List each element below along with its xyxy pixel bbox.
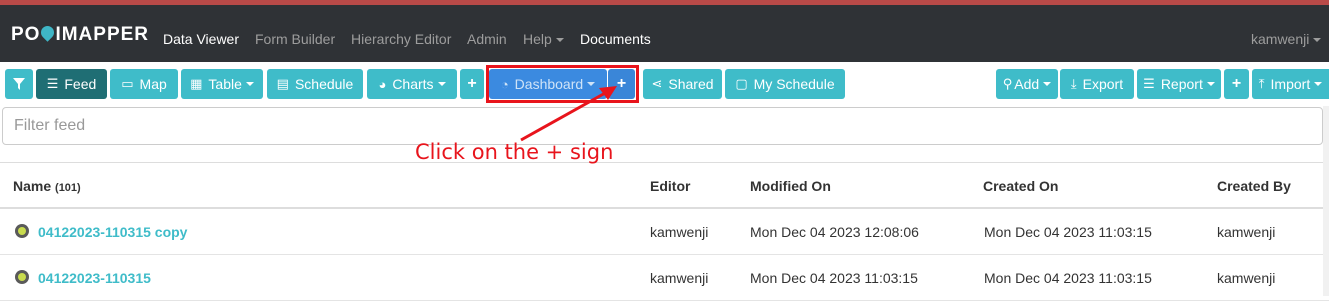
plus-icon: + <box>1231 75 1242 92</box>
nav-form-builder[interactable]: Form Builder <box>255 31 335 47</box>
user-name: kamwenji <box>1251 31 1310 47</box>
filter-placeholder: Filter feed <box>14 117 86 134</box>
map-button[interactable]: ▭ Map <box>110 69 178 99</box>
row-editor: kamwenji <box>650 270 709 286</box>
add-chart-button[interactable]: + <box>460 69 484 99</box>
top-navbar: PO IMAPPER Data Viewer Form Builder Hiera… <box>0 0 1329 62</box>
header-name-label: Name <box>13 178 52 194</box>
upload-icon: ⤒ <box>1258 76 1265 91</box>
my-schedule-button[interactable]: ▢ My Schedule <box>725 69 845 99</box>
plus-icon: + <box>467 75 477 92</box>
feed-table: Name (101) Editor Modified On Created On… <box>0 162 1329 301</box>
chevron-down-icon <box>1043 82 1052 86</box>
logo[interactable]: PO IMAPPER <box>11 23 150 46</box>
row-created-on: Mon Dec 04 2023 11:03:15 <box>984 224 1152 240</box>
map-marker-icon: ⚲ <box>1002 76 1013 91</box>
nav-data-viewer[interactable]: Data Viewer <box>163 31 239 47</box>
import-label: Import <box>1270 76 1311 92</box>
nav-help[interactable]: Help <box>523 31 564 47</box>
charts-label: Charts <box>392 76 434 92</box>
add-button[interactable]: ⚲ Add <box>996 69 1058 99</box>
toolbar: ☰ Feed ▭ Map ▦ Table ▤ Schedule ◕ Charts + ◔ D… <box>0 62 1329 106</box>
schedule-label: Schedule <box>294 76 354 92</box>
map-marker-icon <box>15 224 29 238</box>
header-created-on[interactable]: Created On <box>983 178 1058 194</box>
chevron-down-icon <box>1206 82 1215 86</box>
row-created-by: kamwenji <box>1217 224 1276 240</box>
report-button[interactable]: ☰ Report <box>1137 69 1221 99</box>
map-marker-icon <box>15 270 29 284</box>
scrollbar[interactable] <box>1323 106 1329 296</box>
header-created-by[interactable]: Created By <box>1217 178 1291 194</box>
table-header: Name (101) Editor Modified On Created On… <box>0 163 1329 209</box>
row-editor: kamwenji <box>650 224 709 240</box>
header-name[interactable]: Name (101) <box>13 178 81 194</box>
download-icon: ⤓ <box>1070 76 1077 91</box>
charts-button[interactable]: ◕ Charts <box>367 69 457 99</box>
logo-left: PO <box>11 24 41 45</box>
nav-admin[interactable]: Admin <box>467 31 507 47</box>
logo-right: IMAPPER <box>55 24 150 45</box>
nav-help-label: Help <box>523 31 552 47</box>
import-button[interactable]: ⤒ Import <box>1252 69 1329 99</box>
annotation-arrow-icon <box>520 86 617 142</box>
chevron-down-icon <box>245 82 254 86</box>
add-label: Add <box>1014 76 1040 92</box>
filter-toggle-button[interactable] <box>5 69 33 99</box>
my-schedule-label: My Schedule <box>753 76 835 92</box>
map-label: Map <box>139 76 167 92</box>
export-button[interactable]: ⤓ Export <box>1060 69 1134 99</box>
row-created-by: kamwenji <box>1217 270 1276 286</box>
calendar-icon: ▢ <box>735 76 748 91</box>
header-modified-on[interactable]: Modified On <box>750 178 831 194</box>
chevron-down-icon <box>555 38 564 43</box>
nav-hierarchy-editor[interactable]: Hierarchy Editor <box>351 31 451 47</box>
table-icon: ▦ <box>190 76 203 91</box>
calendar-icon: ▤ <box>276 76 289 91</box>
filter-feed-input[interactable]: Filter feed <box>2 107 1323 145</box>
export-label: Export <box>1082 76 1124 92</box>
table-button[interactable]: ▦ Table <box>181 69 263 99</box>
nav-documents[interactable]: Documents <box>580 31 651 47</box>
shared-label: Shared <box>668 76 714 92</box>
row-created-on: Mon Dec 04 2023 11:03:15 <box>984 270 1152 286</box>
record-count: (101) <box>55 182 81 194</box>
report-label: Report <box>1160 76 1203 92</box>
row-name-link[interactable]: 04122023-110315 copy <box>38 224 187 240</box>
user-menu[interactable]: kamwenji <box>1251 31 1322 47</box>
add-report-button[interactable]: + <box>1224 69 1249 99</box>
funnel-icon <box>13 78 25 90</box>
report-icon: ☰ <box>1143 76 1155 91</box>
share-icon: ⋖ <box>651 76 663 91</box>
feed-button[interactable]: ☰ Feed <box>36 69 107 99</box>
schedule-button[interactable]: ▤ Schedule <box>267 69 363 99</box>
chevron-down-icon <box>1314 82 1323 86</box>
header-editor[interactable]: Editor <box>650 178 690 194</box>
table-row: 04122023-110315 copy kamwenji Mon Dec 04… <box>0 209 1329 255</box>
shared-button[interactable]: ⋖ Shared <box>643 69 722 99</box>
row-modified-on: Mon Dec 04 2023 11:03:15 <box>750 270 918 286</box>
pie-chart-icon: ◕ <box>378 76 387 92</box>
table-label: Table <box>208 76 242 92</box>
table-row: 04122023-110315 kamwenji Mon Dec 04 2023… <box>0 255 1329 301</box>
list-icon: ☰ <box>46 76 59 91</box>
map-icon: ▭ <box>121 76 134 91</box>
feed-label: Feed <box>64 76 97 92</box>
row-name-link[interactable]: 04122023-110315 <box>38 270 151 286</box>
chevron-down-icon <box>1313 38 1322 43</box>
row-modified-on: Mon Dec 04 2023 12:08:06 <box>750 224 919 240</box>
chevron-down-icon <box>437 82 446 86</box>
